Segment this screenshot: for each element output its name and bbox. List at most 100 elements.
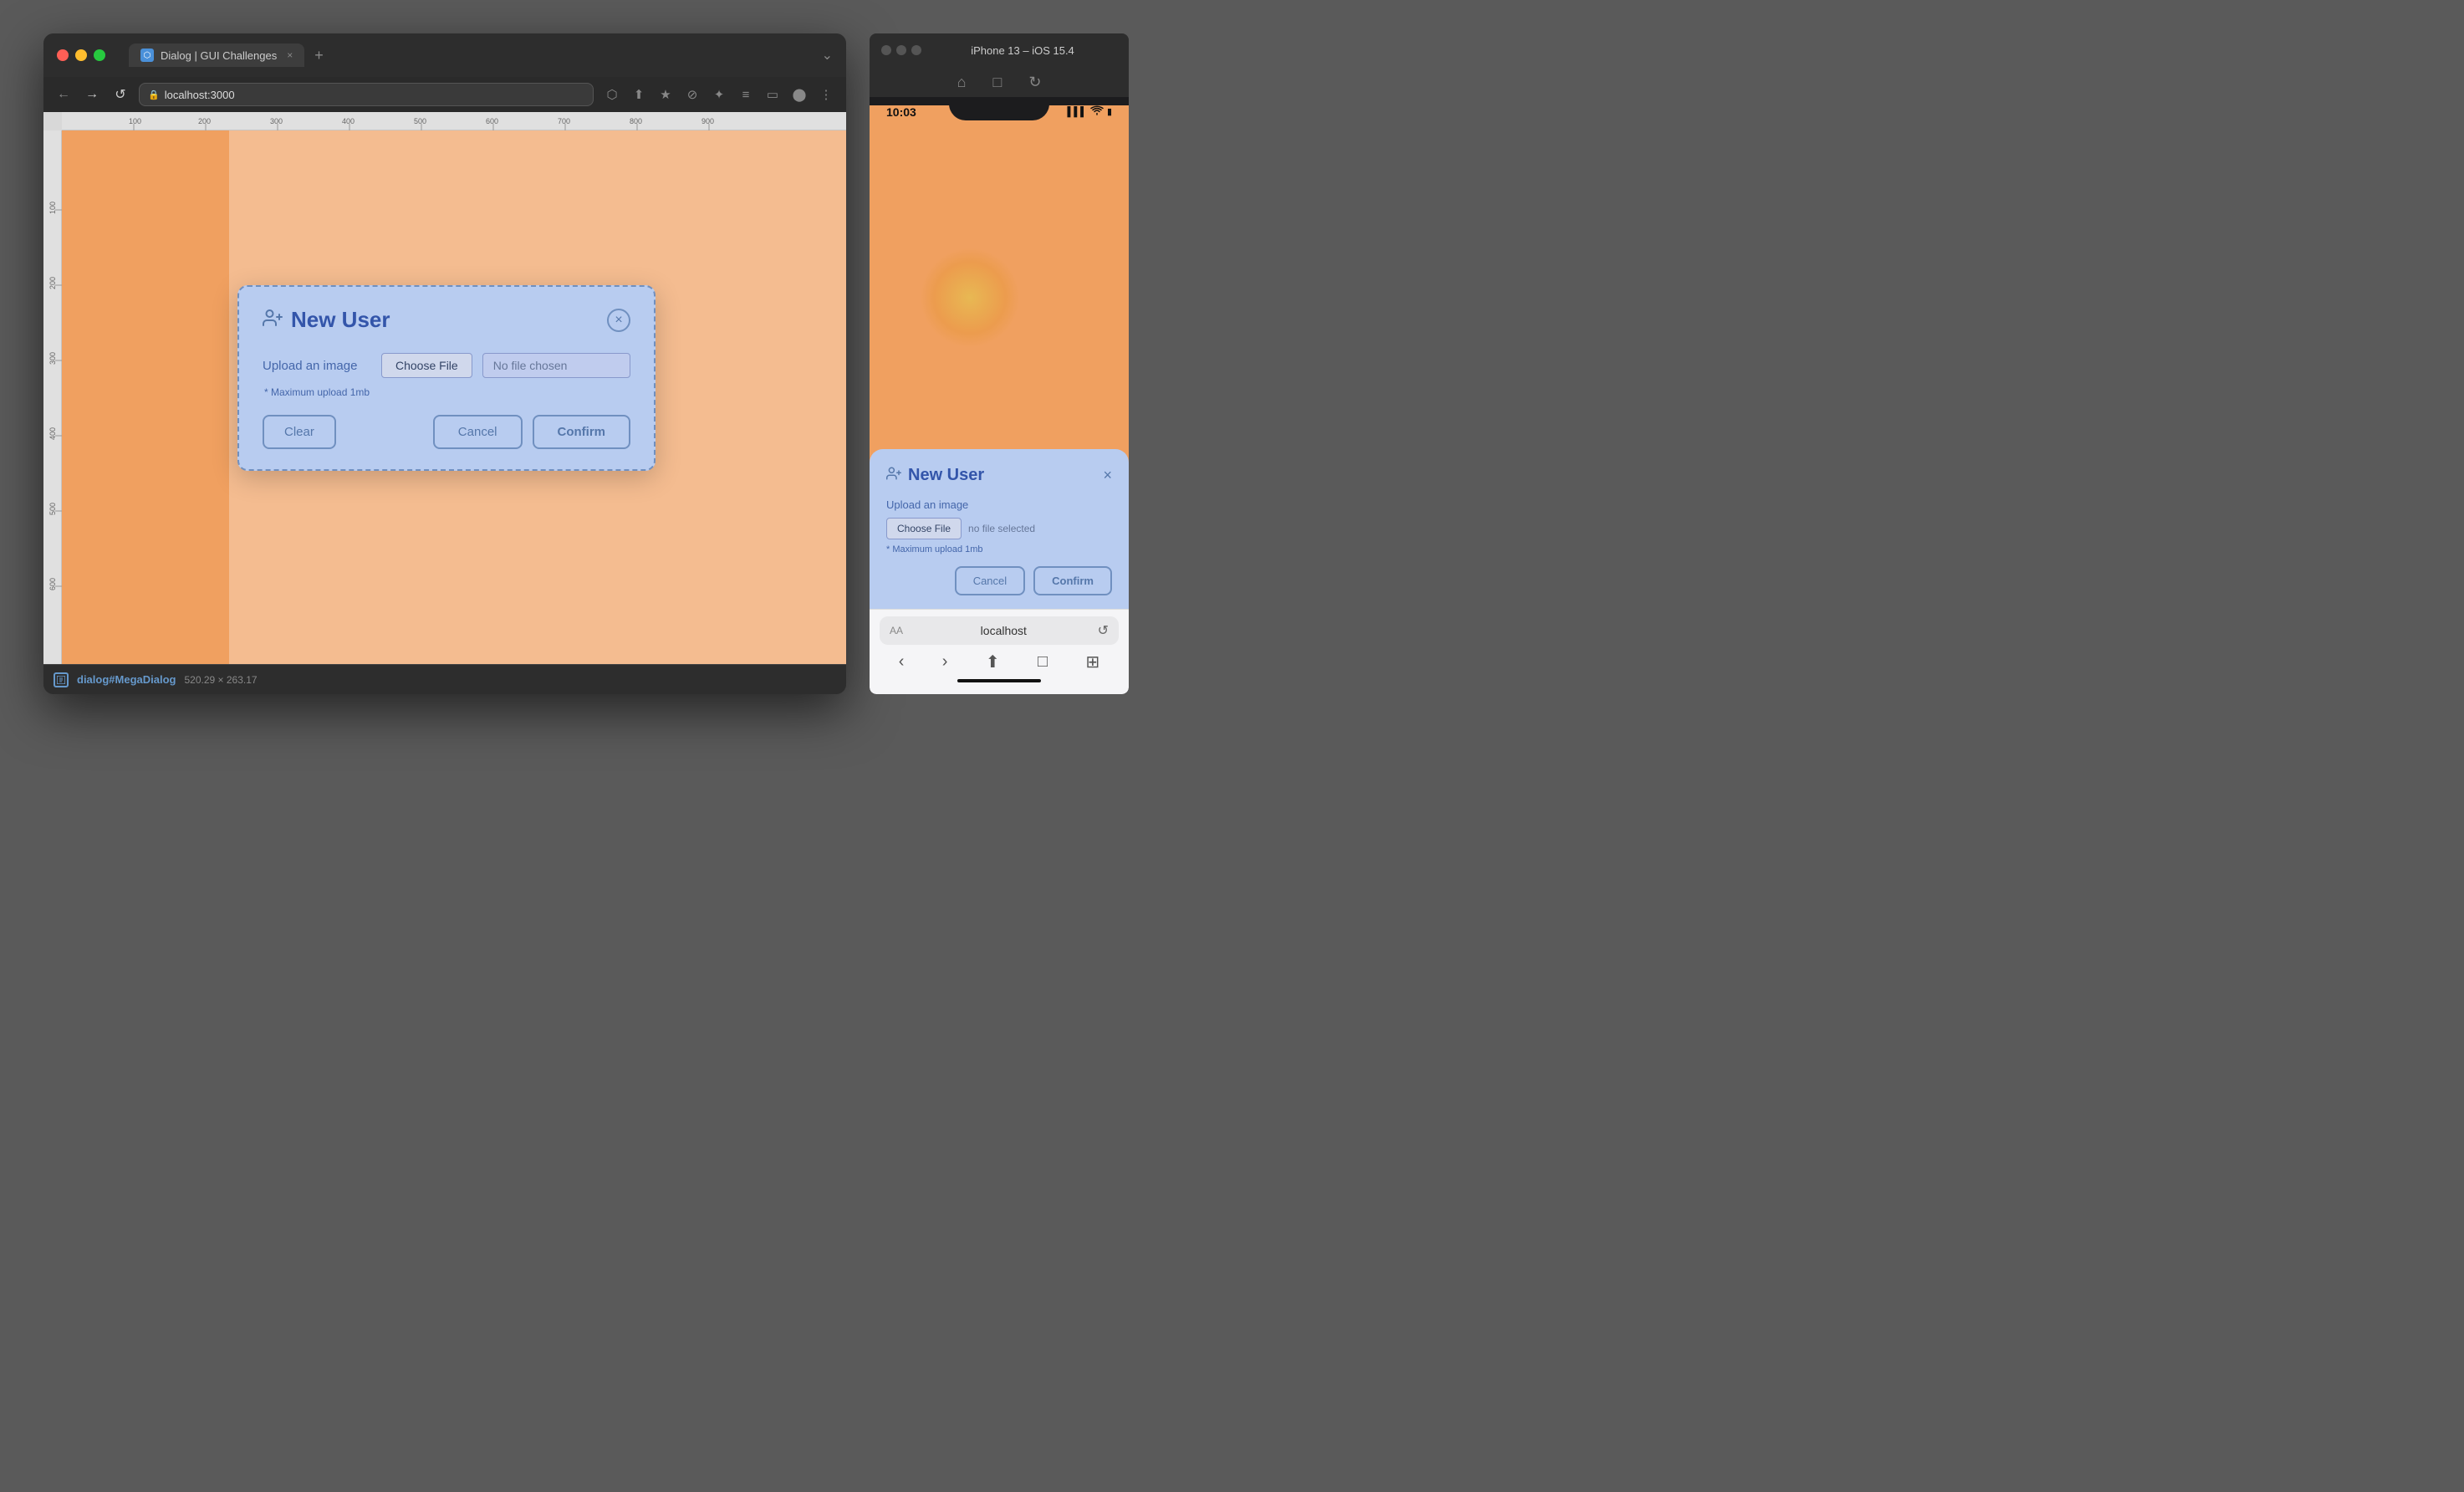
browser-tab-bar: ⬡ Dialog | GUI Challenges × + xyxy=(129,43,812,67)
new-tab-button[interactable]: + xyxy=(314,47,324,64)
extension-icon-2[interactable]: ✦ xyxy=(709,84,729,105)
svg-text:200: 200 xyxy=(48,277,57,289)
svg-text:300: 300 xyxy=(270,117,283,125)
svg-text:400: 400 xyxy=(48,427,57,440)
horizontal-ruler: 100 200 300 400 500 600 700 xyxy=(62,112,846,130)
svg-text:600: 600 xyxy=(486,117,498,125)
element-icon xyxy=(54,672,69,687)
clear-button[interactable]: Clear xyxy=(263,415,336,449)
confirm-button[interactable]: Confirm xyxy=(533,415,631,449)
dialog-mobile-close-button[interactable]: × xyxy=(1103,467,1112,484)
iphone-reload-button[interactable]: ↺ xyxy=(1098,622,1109,639)
iphone-signal-icon: ▌▌▌ xyxy=(1068,107,1087,117)
iphone-nav-bookmarks[interactable]: □ xyxy=(1038,652,1048,672)
cast-icon[interactable]: ⬤ xyxy=(789,84,809,105)
svg-text:900: 900 xyxy=(701,117,714,125)
iphone-tl-red[interactable] xyxy=(881,45,891,55)
svg-text:400: 400 xyxy=(342,117,355,125)
dialog-mobile-header: New User × xyxy=(886,466,1112,485)
mobile-cancel-button[interactable]: Cancel xyxy=(955,566,1025,595)
browser-tab[interactable]: ⬡ Dialog | GUI Challenges × xyxy=(129,43,304,67)
dialog-footer: Clear Cancel Confirm xyxy=(263,415,630,449)
vertical-ruler-svg: 100 200 300 400 500 600 xyxy=(43,130,62,664)
external-link-icon[interactable]: ⬡ xyxy=(602,84,622,105)
element-label: dialog#MegaDialog xyxy=(77,673,176,686)
iphone-url-label: AA xyxy=(890,625,903,636)
upload-label: Upload an image xyxy=(263,359,371,373)
top-ruler-row: 100 200 300 400 500 600 700 xyxy=(43,112,846,130)
tab-close-button[interactable]: × xyxy=(287,49,293,61)
svg-text:700: 700 xyxy=(558,117,570,125)
iphone-traffic-lights xyxy=(881,45,921,55)
dialog-mobile-footer: Cancel Confirm xyxy=(886,566,1112,595)
address-text: localhost:3000 xyxy=(165,89,235,101)
page-canvas: New User × Upload an image Choose File N… xyxy=(62,130,846,664)
mobile-confirm-button[interactable]: Confirm xyxy=(1033,566,1112,595)
iphone-bg-blur xyxy=(920,248,1020,348)
iphone-header-bar: iPhone 13 – iOS 15.4 xyxy=(870,33,1129,67)
iphone-time: 10:03 xyxy=(886,105,916,119)
screen-icon[interactable]: ▭ xyxy=(763,84,783,105)
iphone-home-icon[interactable]: ⌂ xyxy=(957,74,967,91)
address-bar[interactable]: 🔒 localhost:3000 xyxy=(139,83,594,106)
iphone-nav-back[interactable]: ‹ xyxy=(899,652,905,672)
iphone-status-right: ▌▌▌ ▮ xyxy=(1068,105,1112,118)
choose-file-button[interactable]: Choose File xyxy=(381,353,472,378)
iphone-screen: 10:03 ▌▌▌ ▮ xyxy=(870,97,1129,609)
forward-button[interactable]: → xyxy=(82,84,102,105)
svg-text:100: 100 xyxy=(129,117,141,125)
traffic-light-yellow[interactable] xyxy=(75,49,87,61)
iphone-nav-tabs[interactable]: ⊞ xyxy=(1086,651,1100,672)
window-chevron-icon[interactable]: ⌄ xyxy=(822,47,833,64)
refresh-button[interactable]: ↺ xyxy=(110,84,130,105)
mobile-file-name: no file selected xyxy=(968,523,1112,534)
svg-text:100: 100 xyxy=(48,202,57,214)
horizontal-ruler-svg: 100 200 300 400 500 600 700 xyxy=(62,112,846,130)
iphone-rotate-icon[interactable]: ↻ xyxy=(1028,74,1041,91)
user-add-icon xyxy=(263,308,283,333)
iphone-tl-yellow[interactable] xyxy=(896,45,906,55)
element-dimensions: 520.29 × 263.17 xyxy=(184,674,257,686)
dialog-close-button[interactable]: × xyxy=(607,309,630,332)
traffic-light-red[interactable] xyxy=(57,49,69,61)
traffic-light-green[interactable] xyxy=(94,49,105,61)
iphone-panel-title: iPhone 13 – iOS 15.4 xyxy=(928,44,1117,57)
dialog-mobile-title: New User xyxy=(908,466,984,485)
bookmark-icon[interactable]: ★ xyxy=(656,84,676,105)
svg-text:300: 300 xyxy=(48,352,57,365)
canvas-area: 100 200 300 400 500 600 xyxy=(43,130,846,664)
iphone-battery-icon: ▮ xyxy=(1107,106,1112,117)
reader-view-icon[interactable]: ≡ xyxy=(736,84,756,105)
iphone-url-text: localhost xyxy=(981,624,1027,637)
cancel-button[interactable]: Cancel xyxy=(433,415,523,449)
extension-icon-1[interactable]: ⊘ xyxy=(682,84,702,105)
svg-text:800: 800 xyxy=(630,117,642,125)
mobile-upload-label: Upload an image xyxy=(886,498,1112,511)
iphone-screenshot-icon[interactable]: □ xyxy=(992,74,1002,91)
mobile-choose-file-button[interactable]: Choose File xyxy=(886,518,962,539)
iphone-nav-bar: ‹ › ⬆ □ ⊞ xyxy=(880,645,1119,676)
mobile-upload-hint: * Maximum upload 1mb xyxy=(886,544,1112,554)
iphone-nav-share[interactable]: ⬆ xyxy=(986,651,1000,672)
back-button[interactable]: ← xyxy=(54,84,74,105)
tab-favicon: ⬡ xyxy=(140,49,154,62)
iphone-nav-forward[interactable]: › xyxy=(942,652,948,672)
browser-titlebar: ⬡ Dialog | GUI Challenges × + ⌄ xyxy=(43,33,846,77)
svg-text:500: 500 xyxy=(48,503,57,515)
iphone-bottom-bar: AA localhost ↺ ‹ › ⬆ □ ⊞ xyxy=(870,609,1129,694)
share-icon[interactable]: ⬆ xyxy=(629,84,649,105)
iphone-url-bar[interactable]: AA localhost ↺ xyxy=(880,616,1119,645)
menu-icon[interactable]: ⋮ xyxy=(816,84,836,105)
iphone-panel: iPhone 13 – iOS 15.4 ⌂ □ ↻ 10:03 ▌▌▌ xyxy=(870,33,1129,694)
iphone-actions-bar: ⌂ □ ↻ xyxy=(870,67,1129,97)
tab-title: Dialog | GUI Challenges xyxy=(161,49,277,62)
dialog-mobile-body: Upload an image Choose File no file sele… xyxy=(886,498,1112,554)
file-name-display: No file chosen xyxy=(482,353,630,378)
upload-hint: * Maximum upload 1mb xyxy=(263,386,630,398)
browser-status-bar: dialog#MegaDialog 520.29 × 263.17 xyxy=(43,664,846,694)
mobile-file-row: Choose File no file selected xyxy=(886,518,1112,539)
iphone-wifi-icon xyxy=(1090,105,1104,118)
iphone-tl-green[interactable] xyxy=(911,45,921,55)
traffic-lights xyxy=(57,49,105,61)
mobile-user-add-icon xyxy=(886,466,901,485)
